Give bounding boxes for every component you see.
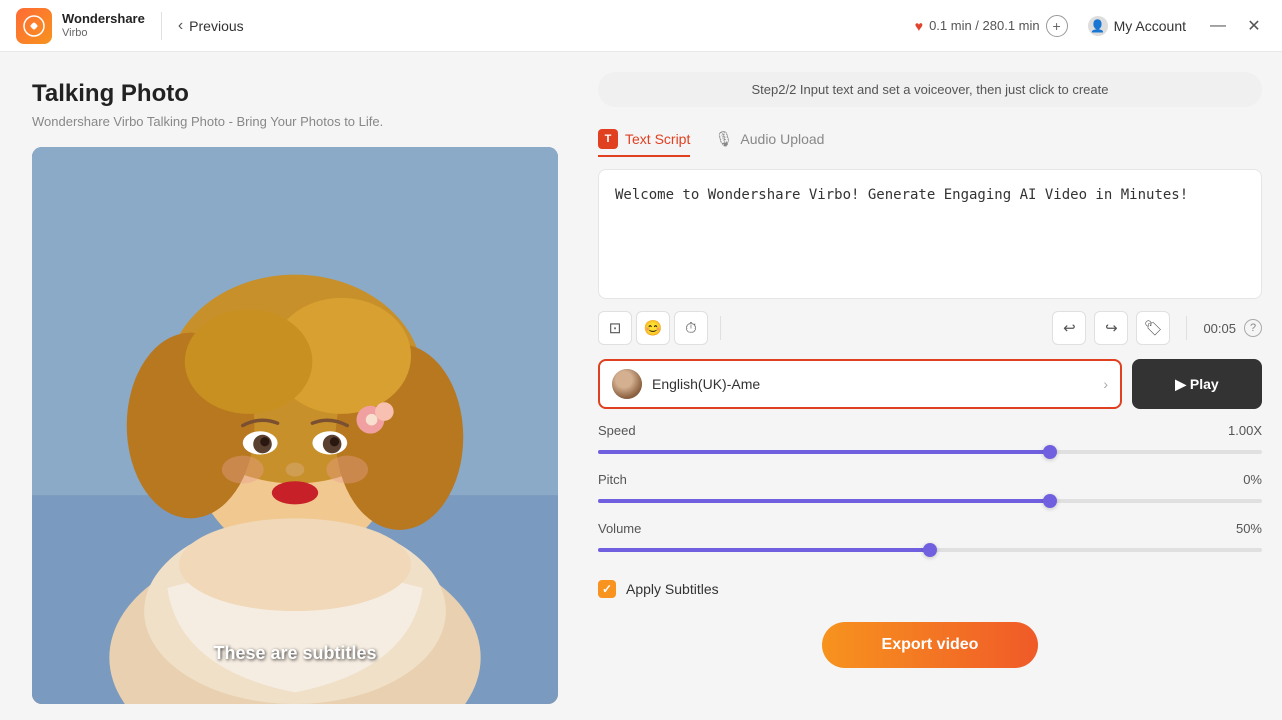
time-display: 00:05 — [1203, 321, 1236, 336]
emoji-button[interactable]: 😊 — [636, 311, 670, 345]
heart-icon: ♥ — [915, 18, 923, 34]
checkmark-icon: ✓ — [602, 582, 612, 596]
pitch-value: 0% — [1243, 472, 1262, 487]
apply-subtitles-row: ✓ Apply Subtitles — [598, 572, 1262, 606]
product-name: Virbo — [62, 27, 145, 40]
photo-container: These are subtitles — [32, 147, 558, 704]
page-subtitle: Wondershare Virbo Talking Photo - Bring … — [32, 114, 558, 129]
previous-label: Previous — [189, 18, 243, 34]
app-logo-icon — [16, 8, 52, 44]
tab-bar: T Text Script 🎙 Audio Upload — [598, 123, 1262, 157]
credits-area: ♥ 0.1 min / 280.1 min + — [915, 15, 1068, 37]
titlebar-divider — [161, 12, 162, 40]
toolbar-right: ↩ ↪ 🏷 00:05 ? — [1052, 311, 1262, 345]
photo-background — [32, 147, 558, 704]
microphone-icon: 🎙 — [714, 130, 733, 148]
speed-fill — [598, 450, 1050, 454]
brand-name: Wondershare — [62, 11, 145, 27]
pitch-slider[interactable] — [598, 493, 1262, 509]
slider-section: Speed 1.00X Pitch 0% — [598, 423, 1262, 558]
speed-header: Speed 1.00X — [598, 423, 1262, 438]
chevron-right-icon: › — [1103, 376, 1108, 392]
speed-label: Speed — [598, 423, 636, 438]
voice-name: English(UK)-Ame — [652, 376, 1093, 392]
volume-thumb[interactable] — [923, 543, 937, 557]
apply-subtitles-checkbox[interactable]: ✓ — [598, 580, 616, 598]
tab-audio-upload[interactable]: 🎙 Audio Upload — [714, 124, 824, 156]
toolbar-separator-2 — [1186, 316, 1187, 340]
text-script-icon: T — [598, 129, 618, 149]
titlebar: Wondershare Virbo ‹ Previous ♥ 0.1 min /… — [0, 0, 1282, 52]
close-button[interactable]: ✕ — [1242, 14, 1266, 38]
minimize-button[interactable]: — — [1206, 14, 1230, 38]
account-label: My Account — [1114, 18, 1186, 34]
redo-button[interactable]: ↪ — [1094, 311, 1128, 345]
portrait-image — [32, 147, 558, 704]
speed-value: 1.00X — [1228, 423, 1262, 438]
voice-selector[interactable]: English(UK)-Ame › — [598, 359, 1122, 409]
tab-audio-upload-label: Audio Upload — [740, 131, 824, 147]
pitch-thumb[interactable] — [1043, 494, 1057, 508]
timer-button[interactable]: ⏱ — [674, 311, 708, 345]
export-video-button[interactable]: Export video — [822, 622, 1039, 668]
editor-toolbar: ⊡ 😊 ⏱ ↩ ↪ 🏷 00:05 ? — [598, 311, 1262, 345]
volume-slider[interactable] — [598, 542, 1262, 558]
pitch-slider-row: Pitch 0% — [598, 472, 1262, 509]
voice-avatar — [612, 369, 642, 399]
logo-text: Wondershare Virbo — [62, 11, 145, 40]
volume-label: Volume — [598, 521, 641, 536]
export-area: Export video — [598, 606, 1262, 668]
account-icon: 👤 — [1088, 16, 1108, 36]
script-text-area[interactable]: Welcome to Wondershare Virbo! Generate E… — [598, 169, 1262, 299]
pitch-header: Pitch 0% — [598, 472, 1262, 487]
subtitle-overlay: These are subtitles — [213, 643, 376, 664]
page-title: Talking Photo — [32, 80, 558, 108]
toolbar-separator — [720, 316, 721, 340]
logo-area: Wondershare Virbo — [16, 8, 145, 44]
text-format-button[interactable]: ⊡ — [598, 311, 632, 345]
right-panel: Step2/2 Input text and set a voiceover, … — [590, 52, 1282, 720]
add-credits-button[interactable]: + — [1046, 15, 1068, 37]
speed-thumb[interactable] — [1043, 445, 1057, 459]
step-hint: Step2/2 Input text and set a voiceover, … — [598, 72, 1262, 107]
left-panel: Talking Photo Wondershare Virbo Talking … — [0, 52, 590, 720]
pitch-label: Pitch — [598, 472, 627, 487]
apply-subtitles-label: Apply Subtitles — [626, 581, 719, 597]
volume-slider-row: Volume 50% — [598, 521, 1262, 558]
credits-text: 0.1 min / 280.1 min — [929, 18, 1040, 33]
main-content: Talking Photo Wondershare Virbo Talking … — [0, 52, 1282, 720]
tab-text-script-label: Text Script — [625, 131, 690, 147]
volume-fill — [598, 548, 930, 552]
volume-header: Volume 50% — [598, 521, 1262, 536]
window-controls: — ✕ — [1206, 14, 1266, 38]
account-button[interactable]: 👤 My Account — [1088, 16, 1186, 36]
chevron-left-icon: ‹ — [178, 17, 183, 35]
clear-button[interactable]: 🏷 — [1136, 311, 1170, 345]
voice-play-row: English(UK)-Ame › ▶ Play — [598, 359, 1262, 409]
previous-button[interactable]: ‹ Previous — [178, 17, 244, 35]
speed-slider-row: Speed 1.00X — [598, 423, 1262, 460]
help-icon[interactable]: ? — [1244, 319, 1262, 337]
speed-slider[interactable] — [598, 444, 1262, 460]
play-button[interactable]: ▶ Play — [1132, 359, 1262, 409]
titlebar-right: ♥ 0.1 min / 280.1 min + 👤 My Account — ✕ — [915, 14, 1266, 38]
tab-text-script[interactable]: T Text Script — [598, 123, 690, 157]
voice-avatar-image — [612, 369, 642, 399]
pitch-fill — [598, 499, 1050, 503]
volume-value: 50% — [1236, 521, 1262, 536]
undo-button[interactable]: ↩ — [1052, 311, 1086, 345]
